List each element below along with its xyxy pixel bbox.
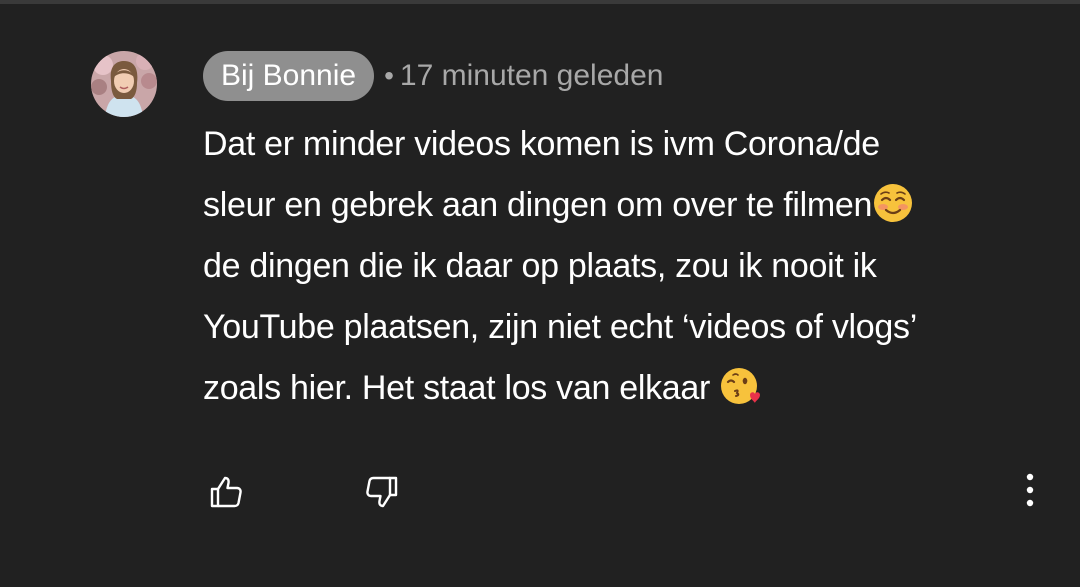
comment-line: YouTube plaatsen, zijn niet echt ‘videos… xyxy=(203,308,917,346)
comment-timestamp: 17 minuten geleden xyxy=(399,59,664,92)
comment-line: Dat er minder videos komen is ivm Corona… xyxy=(203,125,880,163)
more-options-button[interactable] xyxy=(1010,468,1050,512)
comment-line: sleur en gebrek aan dingen om over te fi… xyxy=(203,175,1023,236)
meta-separator: • xyxy=(384,60,394,91)
comment-line: zoals hier. Het staat los van elkaar xyxy=(203,358,1023,419)
thumbs-up-icon xyxy=(210,476,242,508)
smiling-face-with-blush-emoji xyxy=(874,184,913,222)
more-vertical-icon xyxy=(1026,473,1034,507)
author-name[interactable]: Bij Bonnie xyxy=(203,51,375,101)
face-blowing-kiss-emoji xyxy=(721,368,761,404)
comment-card: Bij Bonnie • 17 minuten geleden Dat er m… xyxy=(0,0,1080,587)
thumbs-down-icon xyxy=(366,476,398,508)
comment-text: Dat er minder videos komen is ivm Corona… xyxy=(203,114,1023,419)
dislike-button[interactable] xyxy=(358,468,406,516)
comment-line: de dingen die ik daar op plaats, zou ik … xyxy=(203,247,877,285)
like-button[interactable] xyxy=(202,468,250,516)
avatar-image xyxy=(91,51,157,117)
avatar[interactable] xyxy=(91,51,157,117)
comment-meta: Bij Bonnie • 17 minuten geleden xyxy=(203,50,663,102)
